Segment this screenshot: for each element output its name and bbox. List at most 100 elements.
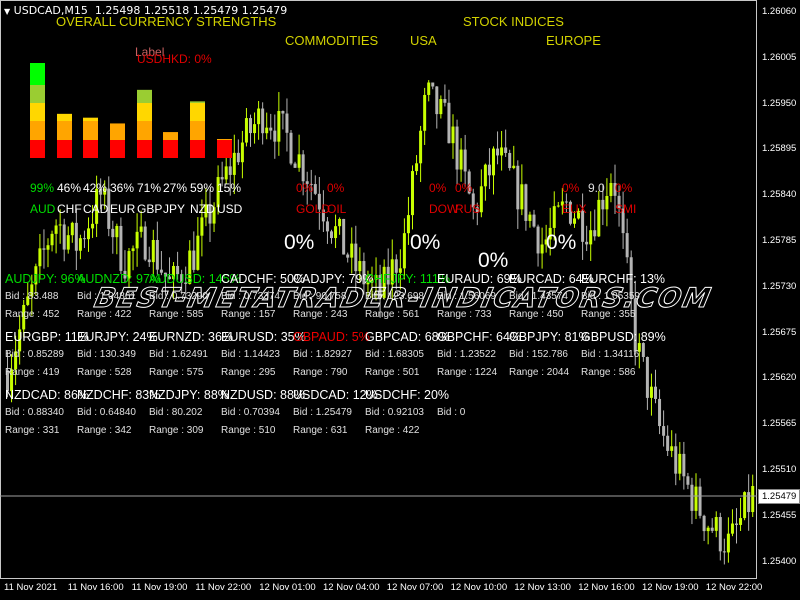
candle-body — [325, 221, 329, 232]
candle-body — [722, 551, 726, 553]
currency-pct: 27% — [163, 181, 188, 195]
candle-body — [240, 142, 244, 163]
candle-body — [682, 453, 686, 477]
pair-bid: Bid : 1.34116 — [581, 349, 640, 360]
candle-body — [228, 166, 232, 175]
candle-body — [330, 231, 333, 239]
pair-bid: Bid : 0.92103 — [365, 407, 424, 418]
strength-bar-segment — [163, 140, 178, 158]
pair-range: Range : 501 — [365, 367, 420, 378]
strength-bar-segment — [217, 139, 232, 140]
candle-body — [74, 222, 78, 251]
pair-bid: Bid : 123.698 — [365, 291, 424, 302]
time-tick: 12 Nov 19:00 — [642, 582, 699, 593]
strength-bar-segment — [30, 85, 45, 103]
candle-body — [285, 113, 289, 133]
candle-body — [289, 132, 293, 164]
strength-bar-segment — [110, 140, 125, 158]
dropdown-triangle-icon[interactable]: ▼ — [4, 7, 10, 16]
time-tick: 12 Nov 16:00 — [578, 582, 635, 593]
pair-bid: Bid : 0.64840 — [77, 407, 136, 418]
candle-body — [143, 226, 147, 260]
candle-body — [78, 238, 82, 251]
candle-body — [593, 230, 597, 237]
candle-body — [714, 517, 718, 531]
candle-body — [654, 386, 657, 399]
candle-body — [257, 108, 261, 125]
smi-pct: 0% — [615, 181, 633, 195]
pair-range: Range : 243 — [293, 309, 348, 320]
currency-name: GBP — [137, 202, 163, 216]
candle-body — [346, 254, 350, 258]
candle-body — [402, 233, 406, 269]
pair-bid: Bid : 1.43574 — [509, 291, 568, 302]
candle-body — [690, 484, 694, 511]
europe-extra: 9.0 — [588, 181, 605, 195]
pair-bid: Bid : 1.25479 — [293, 407, 352, 418]
candle-body — [354, 243, 358, 272]
currency-name: EUR — [110, 202, 136, 216]
candle-body — [500, 147, 504, 156]
pair-bid: Bid : 1.82927 — [293, 349, 352, 360]
dow-pct: 0% — [429, 181, 447, 195]
pair-title: NZDCHF: 83% — [77, 388, 161, 402]
strength-bars — [30, 63, 232, 158]
strength-bar-segment — [30, 63, 45, 85]
candle-body — [244, 118, 248, 143]
pair-title: CADJPY: 79% — [293, 272, 374, 286]
candle-body — [512, 165, 516, 169]
oil-pct: 0% — [327, 181, 345, 195]
candle-body — [585, 241, 589, 245]
candle-body — [342, 218, 346, 255]
candle-body — [698, 486, 702, 516]
candle-body — [281, 110, 285, 114]
candle-body — [91, 223, 95, 229]
price-tick: 1.26005 — [762, 51, 797, 63]
candle-body — [751, 486, 755, 513]
pair-range: Range : 157 — [221, 309, 276, 320]
candle-body — [605, 196, 609, 210]
candle-body — [463, 149, 467, 172]
pair-title: USDCHF: 20% — [365, 388, 450, 402]
candle-body — [192, 250, 196, 270]
time-tick: 11 Nov 19:00 — [131, 582, 188, 593]
strength-bar-segment — [57, 140, 72, 158]
pair-bid: Bid : 0 — [437, 407, 466, 418]
candle-body — [435, 86, 439, 115]
candle-body — [46, 245, 50, 250]
strength-bar-segment — [83, 121, 98, 140]
candle-body — [718, 517, 722, 552]
pair-bid: Bid : 0.85289 — [5, 349, 64, 360]
price-tick: 1.25950 — [762, 97, 797, 109]
candle-body — [151, 239, 155, 263]
currency-pct: 36% — [110, 181, 135, 195]
candle-body — [609, 182, 613, 197]
candle-body — [431, 82, 435, 87]
strength-bar-segment — [217, 140, 232, 158]
candle-body — [200, 217, 204, 236]
pair-range: Range : 1224 — [437, 367, 498, 378]
candle-body — [131, 248, 135, 252]
rus-label: RUS — [455, 202, 481, 216]
pair-range: Range : 422 — [365, 425, 420, 436]
pair-bid: Bid : 1.04861 — [77, 291, 136, 302]
pair-range: Range : 295 — [221, 367, 276, 378]
strength-bar-segment — [83, 140, 98, 158]
candle-body — [674, 446, 678, 474]
pair-range: Range : 419 — [5, 367, 60, 378]
strength-bar-segment — [30, 121, 45, 140]
candle-body — [532, 214, 536, 227]
candle-body — [155, 239, 159, 270]
candle-body — [496, 148, 500, 156]
candle-body — [589, 230, 593, 245]
candle-body — [297, 154, 301, 168]
candle-body — [645, 356, 649, 398]
candle-body — [540, 244, 544, 254]
candle-body — [115, 225, 119, 238]
candle-body — [358, 261, 362, 272]
strength-bar-segment — [110, 123, 125, 140]
currency-pct: 42% — [83, 181, 108, 195]
usa-total: 0% — [410, 231, 441, 254]
candle-body — [678, 453, 682, 474]
strength-bar-segment — [30, 140, 45, 158]
